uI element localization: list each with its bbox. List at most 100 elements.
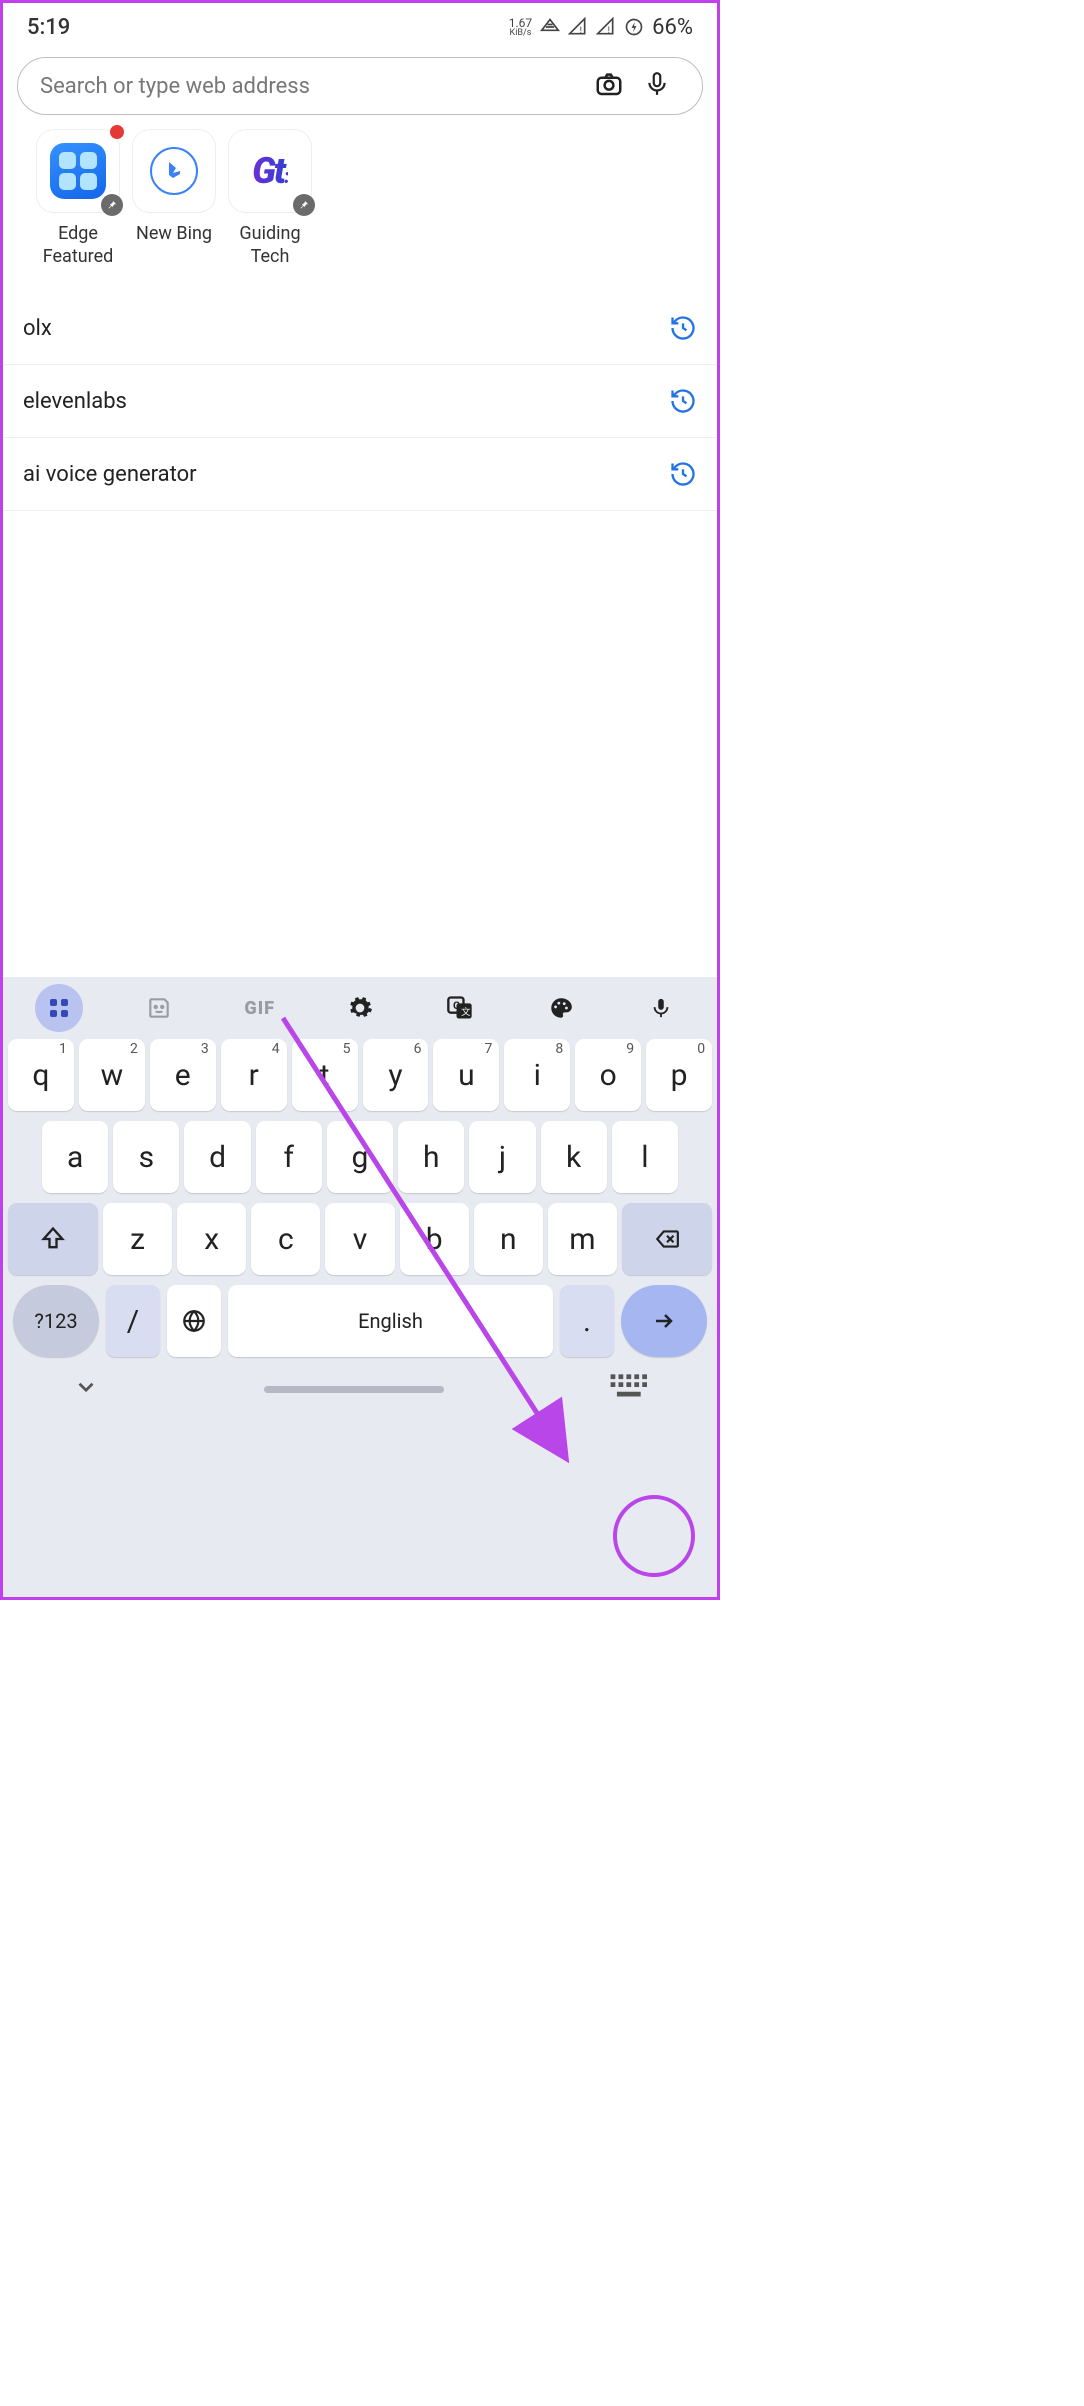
shift-icon [39,1225,67,1253]
history-item[interactable]: ai voice generator [3,438,717,511]
shift-key[interactable] [8,1203,98,1275]
chevron-down-icon [73,1374,99,1400]
key-row-1: 1q2w3e4r5t6y7u8i9o0p [8,1039,712,1111]
keyboard-toolbar: GIF G文 [3,977,717,1039]
history-text: olx [23,316,669,341]
key-e[interactable]: 3e [150,1039,216,1111]
arrow-right-icon [649,1309,679,1333]
settings-tool[interactable] [336,984,384,1032]
gif-icon: GIF [244,998,275,1019]
history-icon [669,460,697,488]
gif-tool[interactable]: GIF [236,984,284,1032]
history-text: ai voice generator [23,462,669,487]
key-g[interactable]: g [327,1121,393,1193]
battery-percent: 66% [652,15,693,40]
svg-text:!: ! [580,26,582,36]
key-k[interactable]: k [541,1121,607,1193]
key-row-bottom: ?123 / English . [8,1285,712,1357]
backspace-key[interactable] [622,1203,712,1275]
slash-key[interactable]: / [106,1285,160,1357]
backspace-icon [651,1226,683,1252]
notification-dot [110,125,124,139]
svg-text:!: ! [608,26,610,36]
key-v[interactable]: v [325,1203,394,1275]
key-x[interactable]: x [177,1203,246,1275]
history-item[interactable]: elevenlabs [3,365,717,438]
signal-1-icon: ! [568,17,588,37]
camera-search-button[interactable] [584,65,634,107]
key-q[interactable]: 1q [8,1039,74,1111]
key-r[interactable]: 4r [221,1039,287,1111]
key-i[interactable]: 8i [504,1039,570,1111]
guidingtech-icon: Gt: [252,150,288,192]
edge-featured-icon [50,143,106,199]
svg-text:G: G [453,999,460,1012]
key-y[interactable]: 6y [363,1039,429,1111]
shortcut-new-bing[interactable]: New Bing [129,129,219,268]
shortcuts-row: Edge Featured New Bing Gt: Guiding Tech [3,129,717,268]
key-l[interactable]: l [612,1121,678,1193]
keyboard-icon [609,1372,647,1402]
voice-typing-tool[interactable] [637,984,685,1032]
key-d[interactable]: d [184,1121,250,1193]
sticker-tool[interactable] [135,984,183,1032]
switch-keyboard-button[interactable] [609,1372,647,1406]
key-t[interactable]: 5t [292,1039,358,1111]
mic-icon [650,995,672,1021]
shortcut-edge-featured[interactable]: Edge Featured [33,129,123,268]
data-rate: 1.67 KiB/s [509,17,532,38]
history-suggestions: olx elevenlabs ai voice generator [3,292,717,511]
key-s[interactable]: s [113,1121,179,1193]
key-u[interactable]: 7u [433,1039,499,1111]
collapse-keyboard-button[interactable] [73,1374,99,1404]
history-icon [669,314,697,342]
period-key[interactable]: . [560,1285,614,1357]
key-p[interactable]: 0p [646,1039,712,1111]
globe-icon [181,1308,207,1334]
pin-icon [101,194,123,216]
history-item[interactable]: olx [3,292,717,365]
translate-tool[interactable]: G文 [436,984,484,1032]
theme-tool[interactable] [537,984,585,1032]
gear-icon [347,995,373,1021]
symbols-key[interactable]: ?123 [13,1285,99,1357]
key-j[interactable]: j [469,1121,535,1193]
signal-2-icon: ! [596,17,616,37]
address-bar[interactable] [17,57,703,115]
key-f[interactable]: f [256,1121,322,1193]
battery-saver-icon [624,17,644,37]
status-bar: 5:19 1.67 KiB/s ! ! 66% [3,3,717,51]
palette-icon [548,995,574,1021]
apps-tool[interactable] [35,984,83,1032]
shortcut-label: Edge Featured [33,223,123,268]
key-h[interactable]: h [398,1121,464,1193]
key-b[interactable]: b [400,1203,469,1275]
shortcut-guiding-tech[interactable]: Gt: Guiding Tech [225,129,315,268]
sticker-icon [146,995,172,1021]
key-w[interactable]: 2w [79,1039,145,1111]
grid-icon [47,996,71,1020]
key-c[interactable]: c [251,1203,320,1275]
key-o[interactable]: 9o [575,1039,641,1111]
system-nav-bar [3,1357,717,1421]
key-z[interactable]: z [103,1203,172,1275]
wifi-icon [540,17,560,37]
history-icon [669,387,697,415]
search-input[interactable] [40,74,584,99]
enter-key[interactable] [621,1285,707,1357]
key-m[interactable]: m [548,1203,617,1275]
mic-icon [644,69,670,99]
svg-text:文: 文 [461,1006,470,1018]
camera-icon [594,69,624,99]
voice-search-button[interactable] [634,65,680,107]
on-screen-keyboard: GIF G文 1q2w3e4r5t6y7u8i9o0p asdfghjkl zx… [3,977,717,1597]
history-text: elevenlabs [23,389,669,414]
key-n[interactable]: n [474,1203,543,1275]
pin-icon [293,194,315,216]
key-a[interactable]: a [42,1121,108,1193]
shortcut-label: New Bing [136,223,212,246]
space-key[interactable]: English [228,1285,553,1357]
home-indicator[interactable] [264,1386,444,1393]
status-time: 5:19 [27,15,509,40]
language-key[interactable] [167,1285,221,1357]
